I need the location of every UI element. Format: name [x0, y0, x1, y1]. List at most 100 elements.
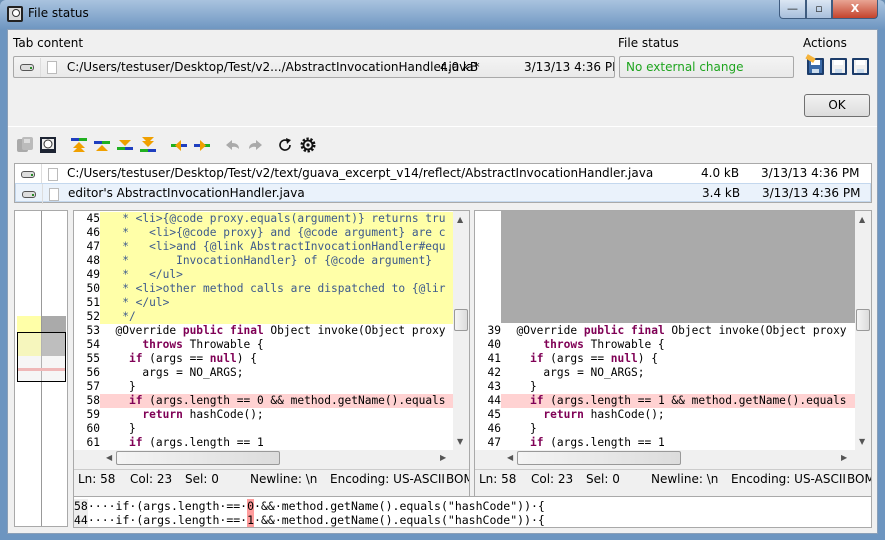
copy-icon[interactable] [16, 136, 34, 154]
actions-label: Actions [803, 36, 847, 50]
save-as-icon[interactable] [805, 54, 824, 75]
tab-content-field: C:/Users/testuser/Desktop/Test/v2.../Abs… [13, 56, 615, 78]
last-diff-icon[interactable] [139, 136, 157, 154]
first-diff-icon[interactable] [70, 136, 88, 154]
line-number: 56 [74, 366, 100, 380]
line-number: 58 [74, 499, 88, 513]
file-row-editor[interactable]: editor's AbstractInvocationHandler.java … [15, 183, 871, 204]
scroll-down-icon[interactable]: ▼ [457, 437, 463, 446]
right-code-area[interactable]: 39 @Override public final Object invoke(… [475, 211, 855, 450]
scroll-left-icon[interactable]: ◀ [507, 453, 513, 462]
code-text: if (args == null) { [128, 352, 257, 365]
tab-size: 4.0 kB [440, 60, 479, 74]
refresh-icon[interactable] [276, 136, 294, 154]
copy-left-icon[interactable] [170, 136, 188, 154]
settings-icon[interactable] [299, 136, 317, 154]
app-icon [7, 6, 23, 22]
diff-detail-line: 44····if·(args.length·==·1·&&·method.get… [74, 513, 545, 527]
line-number: 59 [74, 408, 100, 422]
file-icon [49, 187, 59, 201]
title-bar[interactable]: File status — ▫ X [0, 0, 885, 28]
line-number: 51 [74, 296, 100, 310]
line-number: 55 [74, 352, 100, 366]
maximize-button[interactable]: ▫ [806, 0, 832, 19]
left-status-bar: Ln: 58 Col: 23 Sel: 0 Newline: \n Encodi… [74, 469, 469, 487]
code-text: if (args.length == 1 [529, 436, 665, 449]
code-text: @Override public final Object invoke(Obj… [102, 324, 446, 337]
line-number: 45 [74, 212, 100, 226]
left-code-area[interactable]: 45 * <li>{@code proxy.equals(argument)} … [74, 211, 453, 450]
tab-date: 3/13/13 4:36 PM [524, 60, 615, 74]
code-line: 58 if (args.length == 0 && method.getNam… [74, 394, 453, 408]
line-number: 41 [475, 352, 501, 366]
line-number: 61 [74, 436, 100, 450]
code-text: * InvocationHandler} of {@code argument} [100, 254, 453, 268]
drive-icon [21, 170, 35, 178]
previous-diff-icon[interactable] [93, 136, 111, 154]
window-title: File status [28, 6, 89, 20]
file-size: 4.0 kB [701, 166, 740, 180]
status-line: Ln: 58 [78, 472, 116, 486]
scroll-thumb[interactable] [517, 451, 681, 465]
diff-detail-panel[interactable]: 58····if·(args.length·==·0·&&·method.get… [73, 496, 872, 528]
scroll-right-icon[interactable]: ▶ [841, 453, 847, 462]
line-number: 49 [74, 268, 100, 282]
line-number: 53 [74, 324, 100, 338]
file-status-label: File status [618, 36, 679, 50]
file-row-original[interactable]: C:/Users/testuser/Desktop/Test/v2/text/g… [15, 164, 871, 184]
scroll-down-icon[interactable]: ▼ [859, 437, 865, 446]
status-col: Col: 23 [531, 472, 574, 486]
redo-icon[interactable] [246, 136, 264, 154]
scroll-thumb[interactable] [116, 451, 280, 465]
diff-overview[interactable] [14, 210, 68, 527]
next-diff-icon[interactable] [116, 136, 134, 154]
status-col: Col: 23 [130, 472, 173, 486]
scroll-up-icon[interactable]: ▲ [859, 215, 865, 224]
overview-viewport[interactable] [17, 332, 66, 382]
code-line: 55 if (args == null) { [74, 352, 453, 366]
status-encoding: Encoding: US-ASCII [330, 472, 445, 486]
code-text: * </ul> [100, 296, 453, 310]
minimize-button[interactable]: — [779, 0, 806, 19]
code-line: 61 if (args.length == 1 [74, 436, 453, 450]
code-line: 59 return hashCode(); [74, 408, 453, 422]
copy-right-icon[interactable] [193, 136, 211, 154]
undo-icon[interactable] [224, 136, 242, 154]
code-text: throws Throwable { [543, 338, 665, 351]
code-text: return hashCode(); [543, 408, 665, 421]
code-text: } [102, 380, 136, 393]
tab-path: C:/Users/testuser/Desktop/Test/v2.../Abs… [66, 60, 480, 74]
code-line: 51 * </ul> [74, 296, 453, 310]
line-number: 44 [475, 394, 501, 408]
left-editor-pane: 45 * <li>{@code proxy.equals(argument)} … [73, 210, 470, 527]
right-horizontal-scrollbar[interactable]: ◀ ▶ [501, 450, 855, 466]
divider [8, 126, 877, 127]
code-line: 44 if (args.length == 1 && method.getNam… [475, 394, 855, 408]
save-icon[interactable] [830, 58, 847, 75]
line-number: 46 [475, 422, 501, 436]
scroll-thumb[interactable] [454, 309, 468, 331]
left-vertical-scrollbar[interactable]: ▲ ▼ [453, 211, 469, 450]
code-text: if (args == null) { [529, 352, 658, 365]
line-number: 47 [74, 240, 100, 254]
code-line: 40 throws Throwable { [475, 338, 855, 352]
file-status-value: No external change [626, 60, 744, 74]
code-line: 47 * <li>and {@link AbstractInvocationHa… [74, 240, 453, 254]
scroll-right-icon[interactable]: ▶ [440, 453, 446, 462]
right-vertical-scrollbar[interactable]: ▲ ▼ [855, 211, 871, 450]
diff-detail-line: 58····if·(args.length·==·0·&&·method.get… [74, 499, 545, 513]
compare-icon[interactable] [39, 136, 57, 154]
diff-text: ····if·(args.length·==· [87, 513, 248, 527]
close-button[interactable]: X [832, 0, 878, 19]
scroll-up-icon[interactable]: ▲ [457, 215, 463, 224]
revert-icon[interactable] [852, 58, 869, 75]
code-text: * <li>and {@link AbstractInvocationHandl… [100, 240, 453, 254]
toolbar [8, 136, 328, 154]
code-text: * </ul> [100, 268, 453, 282]
code-text: @Override public final Object invoke(Obj… [503, 324, 847, 337]
ok-button[interactable]: OK [804, 94, 870, 117]
scroll-thumb[interactable] [856, 309, 870, 331]
scroll-left-icon[interactable]: ◀ [106, 453, 112, 462]
left-horizontal-scrollbar[interactable]: ◀ ▶ [100, 450, 453, 466]
diff-highlight: 1 [247, 513, 255, 527]
